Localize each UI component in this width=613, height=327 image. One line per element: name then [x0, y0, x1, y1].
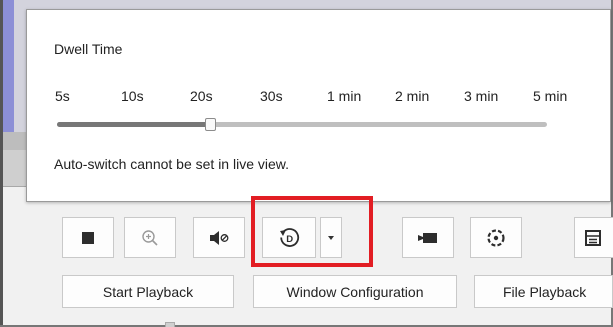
mute-button[interactable]	[193, 217, 245, 258]
live-view-note: Auto-switch cannot be set in live view.	[54, 156, 290, 172]
tick-label[interactable]: 20s	[190, 88, 213, 104]
svg-text:D: D	[286, 234, 293, 245]
start-playback-button[interactable]: Start Playback	[62, 275, 234, 308]
slider-thumb[interactable]	[205, 118, 216, 131]
tick-label[interactable]: 2 min	[395, 88, 429, 104]
zoom-in-icon	[142, 229, 158, 246]
stop-all-button[interactable]	[62, 217, 114, 258]
file-playback-button[interactable]: File Playback	[474, 275, 613, 308]
tick-label[interactable]: 30s	[260, 88, 283, 104]
layout-button[interactable]	[574, 217, 613, 258]
dwell-clock-icon: D	[280, 227, 300, 247]
tick-label[interactable]: 3 min	[464, 88, 498, 104]
mute-icon	[210, 230, 229, 245]
dwell-time-title: Dwell Time	[54, 41, 123, 57]
slider-fill	[57, 122, 210, 127]
ptz-button[interactable]	[470, 217, 522, 258]
scroll-indicator	[165, 322, 175, 327]
layout-icon	[585, 229, 601, 246]
tick-label[interactable]: 1 min	[327, 88, 361, 104]
camera-button[interactable]	[402, 217, 454, 258]
stop-icon	[82, 231, 94, 244]
dwell-time-button[interactable]: D	[262, 217, 316, 258]
chevron-down-icon	[328, 235, 334, 240]
window-configuration-button[interactable]: Window Configuration	[253, 275, 457, 308]
dwell-time-popup: Dwell Time 5s 10s 20s 30s 1 min 2 min 3 …	[26, 9, 611, 202]
ptz-icon	[487, 228, 505, 247]
tick-label[interactable]: 5s	[55, 88, 70, 104]
tick-label[interactable]: 5 min	[533, 88, 567, 104]
dwell-time-dropdown[interactable]	[320, 217, 342, 258]
frame-border	[0, 0, 3, 327]
tick-label[interactable]: 10s	[121, 88, 144, 104]
camera-icon	[418, 232, 437, 243]
zoom-button[interactable]	[124, 217, 176, 258]
dwell-time-slider[interactable]	[57, 118, 547, 131]
